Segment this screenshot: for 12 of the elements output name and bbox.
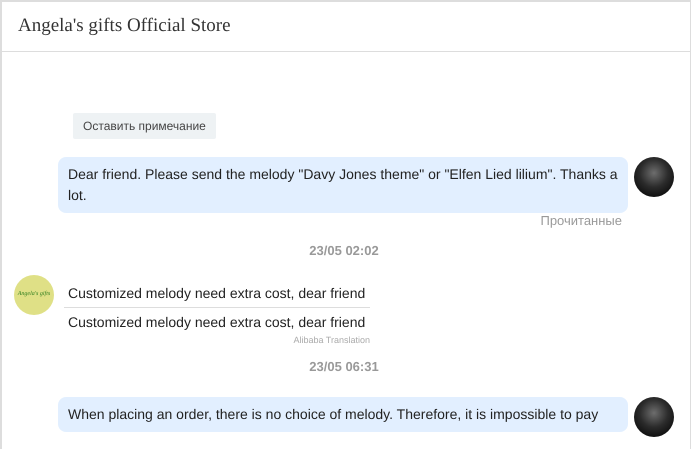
message-bubble: Dear friend. Please send the melody "Davy Jones theme" or "Elfen Lied lilium". Thanks a lot. xyxy=(58,157,628,213)
timestamp: 23/05 06:31 xyxy=(308,358,380,376)
translation-credit: Alibaba Translation xyxy=(292,334,370,346)
translated-text: Customized melody need extra cost, dear friend xyxy=(68,312,366,332)
message-text: Customized melody need extra cost, dear friend xyxy=(68,284,366,302)
timestamp: 23/05 02:02 xyxy=(308,242,380,260)
user-avatar xyxy=(634,396,674,436)
message-bubble: When placing an order, there is no choice of melody. Therefore, it is impossible to pay xyxy=(58,396,628,432)
add-note-button[interactable]: Оставить примечание xyxy=(73,113,216,139)
store-title: Angela's gifts Official Store xyxy=(18,14,231,38)
user-avatar xyxy=(634,157,674,197)
read-status: Прочитанные xyxy=(539,213,622,229)
